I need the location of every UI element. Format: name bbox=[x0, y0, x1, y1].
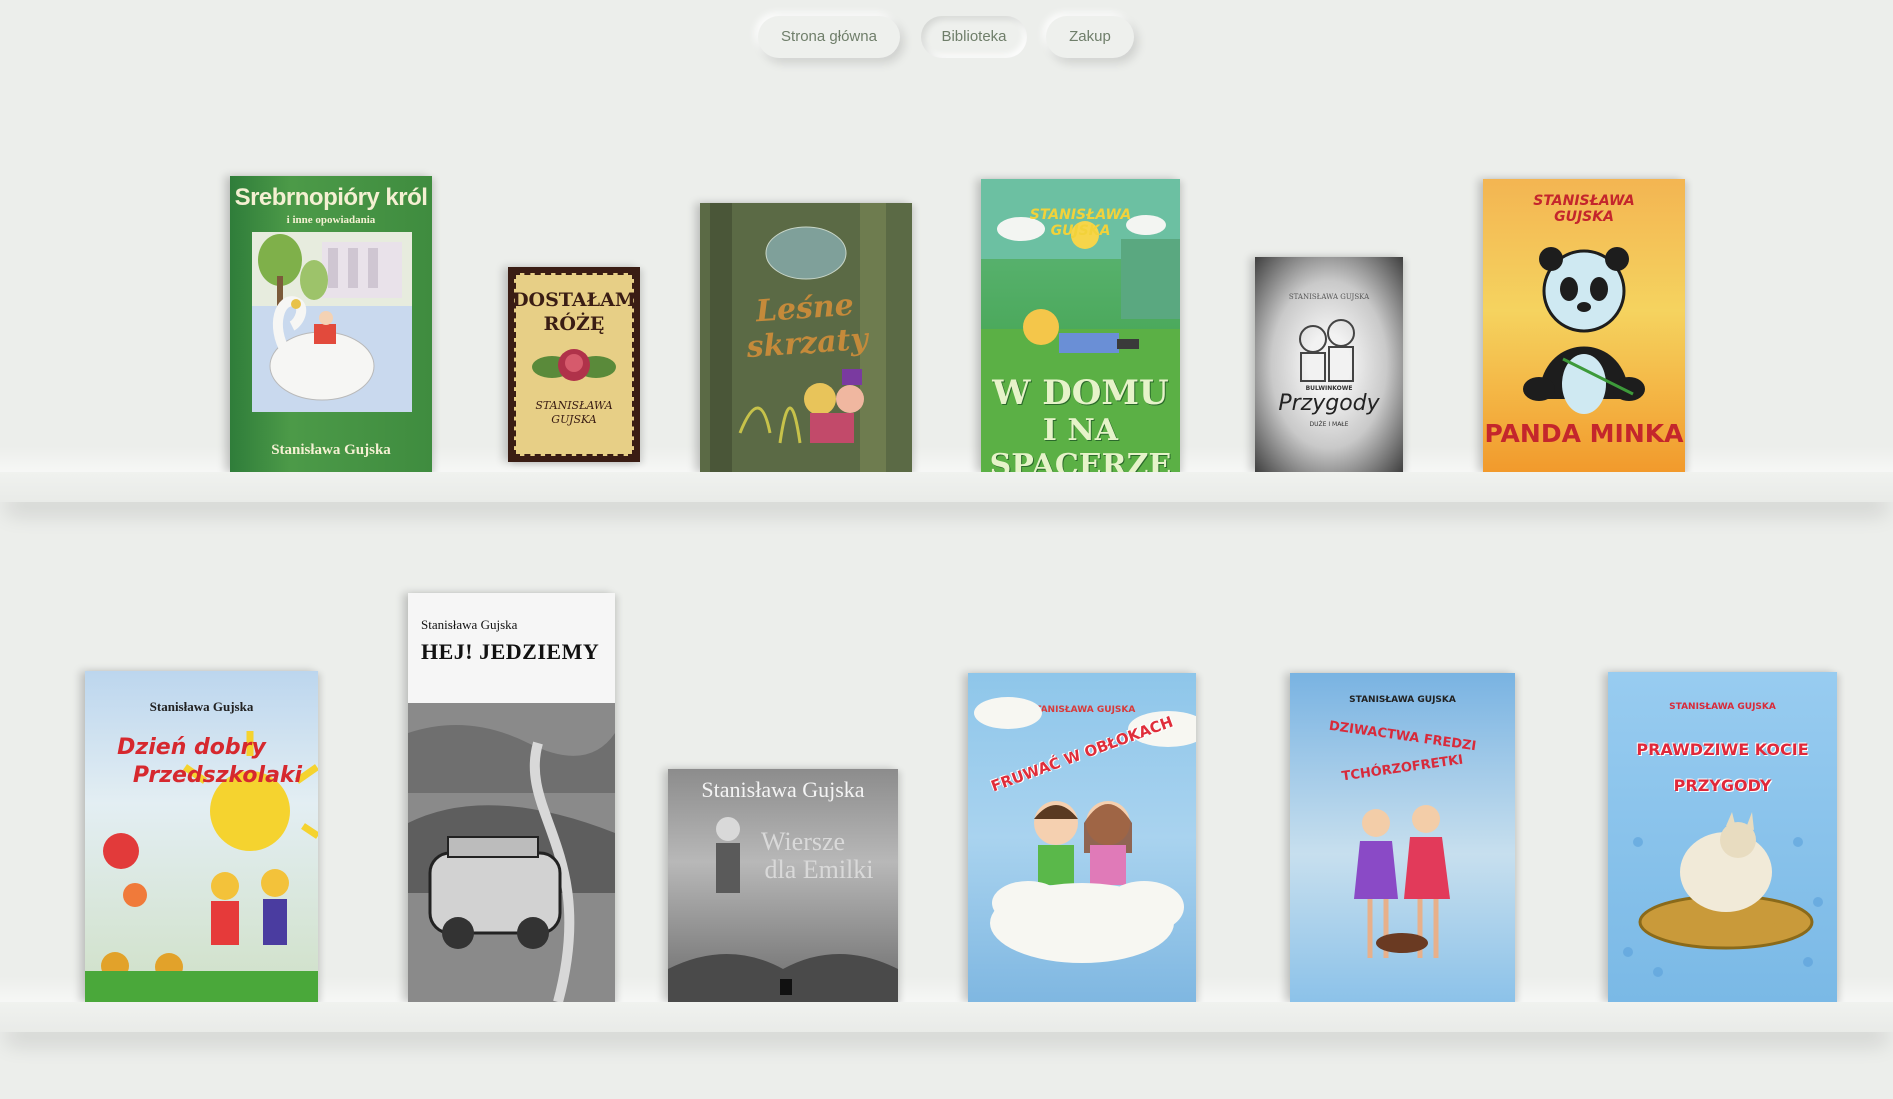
cat-in-basket-illustration bbox=[1623, 812, 1823, 977]
rose-icon bbox=[532, 349, 616, 381]
road-and-car-illustration bbox=[408, 703, 615, 1002]
book-title-line1: Wiersze bbox=[760, 827, 846, 856]
book-lesne-skrzaty[interactable]: Leśne skrzaty bbox=[700, 203, 912, 472]
book-author: Stanisława Gujska bbox=[271, 442, 391, 458]
sun-and-children-illustration bbox=[85, 731, 318, 1002]
book-fruwac-w-oblokach[interactable]: STANISŁAWA GUJSKA FRUWAĆ W OBŁOKACH bbox=[968, 673, 1196, 1002]
book-title: Leśne skrzaty bbox=[745, 287, 869, 366]
book-author-line2: GUJSKA bbox=[1050, 223, 1111, 239]
book-title: Przygody bbox=[1278, 391, 1380, 416]
book-title-line2: I NA SPACERZE bbox=[989, 413, 1172, 472]
book-dostalam-roze[interactable]: DOSTAŁAM RÓŻĘ STANISŁAWA GUJSKA bbox=[508, 267, 640, 462]
book-author: Stanisława Gujska bbox=[701, 777, 865, 802]
nav-purchase-button[interactable]: Zakup bbox=[1046, 16, 1134, 58]
book-dzien-dobry-przedszkolaki[interactable]: Stanisława Gujska Dzień dobry Przedszkol… bbox=[85, 671, 318, 1002]
book-title-line1: W DOMU bbox=[992, 373, 1169, 413]
book-prawdziwe-kocie-przygody[interactable]: STANISŁAWA GUJSKA PRAWDZIWE KOCIE PRZYGO… bbox=[1608, 672, 1837, 1002]
bookshelf-2 bbox=[0, 1002, 1893, 1032]
book-title-line2: dla Emilki bbox=[764, 855, 874, 884]
book-wiersze-dla-emilki[interactable]: Stanisława Gujska Wiersze dla Emilki bbox=[668, 769, 898, 1002]
book-subtitle: DUŻE I MAŁE bbox=[1309, 421, 1349, 428]
children-illustration bbox=[1299, 319, 1355, 382]
nav-library-button[interactable]: Biblioteka bbox=[921, 16, 1027, 58]
nav-home-button[interactable]: Strona główna bbox=[758, 16, 900, 58]
book-panda-minka[interactable]: STANISŁAWA GUJSKA PANDA MINKA bbox=[1483, 179, 1685, 472]
book-author: Stanisława Gujska bbox=[149, 699, 254, 714]
book-author-line1: STANISŁAWA bbox=[535, 399, 613, 412]
book-dziwactwa-fredzi-tchorzofretki[interactable]: STANISŁAWA GUJSKA DZIWACTWA FREDZI TCHÓR… bbox=[1290, 673, 1515, 1002]
main-nav: Strona główna Biblioteka Zakup bbox=[0, 16, 1893, 60]
girl-and-book-illustration bbox=[668, 817, 898, 1002]
book-title: PANDA MINKA bbox=[1484, 419, 1684, 448]
book-author-line1: STANISŁAWA bbox=[1029, 207, 1132, 223]
bookshelf-1 bbox=[0, 472, 1893, 502]
book-subtitle: i inne opowiadania bbox=[286, 214, 376, 226]
book-hej-jedziemy[interactable]: Stanisława Gujska HEJ! JEDZIEMY bbox=[408, 593, 615, 1002]
book-title: Srebrnopióry król bbox=[234, 184, 428, 211]
book-w-domu-i-na-spacerze[interactable]: STANISŁAWA GUJSKA W DOMU I NA SPACERZE bbox=[981, 179, 1180, 472]
book-bulwinkowe-przygody[interactable]: STANISŁAWA GUJSKA BULWINKOWE Przygody DU… bbox=[1255, 257, 1403, 472]
book-title-line1: Dzień dobry bbox=[117, 735, 266, 760]
book-author-line2: GUJSKA bbox=[551, 413, 597, 426]
girls-and-ferret-illustration bbox=[1354, 805, 1450, 958]
book-title-line2: Przedszkolaki bbox=[132, 763, 303, 788]
book-srebrnopiory-krol[interactable]: Srebrnopióry król i inne opowiadania Sta… bbox=[230, 176, 432, 472]
